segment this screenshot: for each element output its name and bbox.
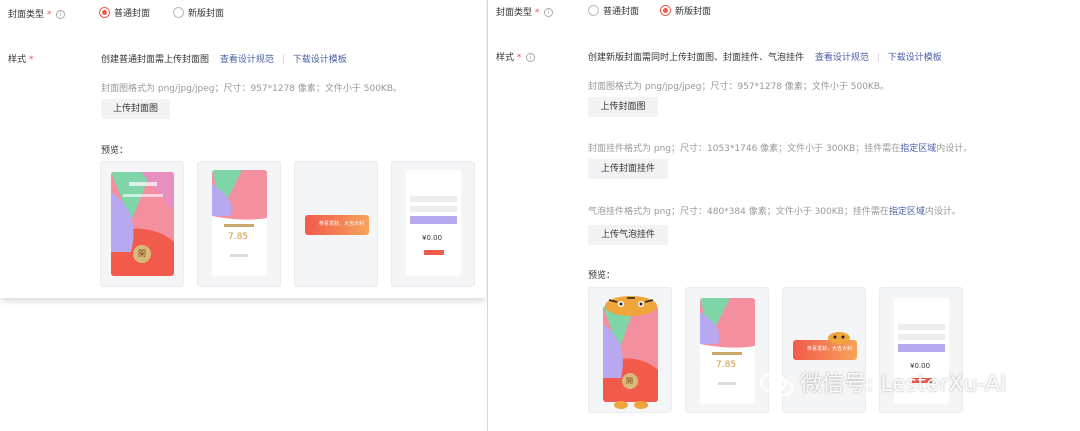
preview-card-cover: 開: [588, 287, 672, 413]
style-label: 样式 * i: [496, 50, 536, 63]
design-spec-link[interactable]: 查看设计规范: [220, 55, 274, 65]
radio-new-cover[interactable]: 新版封面: [660, 4, 711, 17]
cover-type-label: 封面类型 * i: [496, 5, 554, 18]
bubble-format-hint: 气泡挂件格式为 png；尺寸：480*384 像素；文件小于 300KB；挂件需…: [588, 204, 961, 217]
detail-image: 7.85: [700, 298, 755, 404]
chat-art: [410, 196, 457, 255]
radio-checked-icon[interactable]: [99, 7, 110, 18]
style-description-row: 创建普通封面需上传封面图 查看设计规范 | 下载设计模板: [101, 52, 347, 65]
preview-card-detail: 7.85: [197, 161, 281, 287]
style-label: 样式 *: [8, 52, 33, 65]
radio-new-cover[interactable]: 新版封面: [173, 6, 224, 19]
link-separator: |: [281, 55, 285, 65]
cover-art: [111, 172, 174, 276]
radio-normal-cover[interactable]: 普通封面: [588, 4, 639, 17]
required-mark: *: [46, 10, 52, 20]
radio-normal-label: 普通封面: [114, 9, 151, 19]
info-icon[interactable]: i: [56, 10, 66, 19]
required-mark: *: [534, 8, 540, 18]
tiger-pendant-icon: [605, 296, 657, 316]
info-icon[interactable]: i: [526, 53, 536, 62]
preview-card-bubble: 恭喜发财，大吉大利: [294, 161, 378, 287]
style-description-row: 创建新版封面需同时上传封面图、封面挂件、气泡挂件 查看设计规范 | 下载设计模板: [588, 50, 942, 63]
pendant-hint-text: 封面挂件格式为 png；尺寸：1053*1746 像素；文件小于 300KB；挂…: [588, 144, 901, 154]
radio-checked-icon[interactable]: [660, 5, 671, 16]
upload-bubble-button[interactable]: 上传气泡挂件: [588, 225, 668, 245]
cover-image: 開: [603, 306, 658, 402]
info-icon[interactable]: i: [544, 8, 554, 17]
bubble-hint-suffix: 内设计。: [924, 207, 961, 217]
required-mark: *: [516, 53, 522, 63]
detail-art: [212, 170, 267, 257]
cover-type-label-text: 封面类型: [496, 8, 533, 18]
cover-type-label: 封面类型 * i: [8, 7, 66, 20]
cover-type-label-text: 封面类型: [8, 10, 45, 20]
style-description: 创建普通封面需上传封面图: [101, 55, 210, 65]
radio-normal-label: 普通封面: [603, 7, 640, 17]
preview-label: 预览：: [588, 271, 616, 281]
cover-format-hint: 封面图格式为 png/jpg/jpeg；尺寸：957*1278 像素；文件小于 …: [101, 84, 403, 94]
bubble-area-link[interactable]: 指定区域: [889, 207, 925, 217]
tiger-paws-icon: [614, 401, 648, 409]
watermark-text: 微信号: LesterXu-AI: [800, 372, 1007, 397]
required-mark: *: [28, 55, 34, 65]
detail-art: [700, 298, 755, 385]
preview-label: 预览：: [101, 146, 129, 156]
download-template-link[interactable]: 下载设计模板: [293, 55, 347, 65]
tiger-bubble-icon: [828, 332, 850, 344]
cover-image: 開: [111, 172, 174, 276]
amount-small: 7.85: [228, 232, 249, 242]
radio-new-label: 新版封面: [188, 9, 225, 19]
radio-unchecked-icon[interactable]: [173, 7, 184, 18]
detail-image: 7.85: [212, 170, 267, 276]
radio-unchecked-icon[interactable]: [588, 5, 599, 16]
preview-card-chat: ¥0.00: [391, 161, 475, 287]
style-label-text: 样式: [8, 55, 27, 65]
link-separator: |: [876, 53, 880, 63]
bubble-text: 恭喜发财，大吉大利: [807, 346, 853, 352]
bubble-text: 恭喜发财，大吉大利: [319, 221, 365, 227]
preview-card-cover: 開: [100, 161, 184, 287]
pendant-hint-suffix: 内设计。: [936, 144, 973, 154]
bubble-hint-text: 气泡挂件格式为 png；尺寸：480*384 像素；文件小于 300KB；挂件需…: [588, 207, 889, 217]
wechat-watermark: 微信号: LesterXu-AI: [760, 366, 1007, 398]
radio-normal-cover[interactable]: 普通封面: [99, 6, 150, 19]
design-spec-link[interactable]: 查看设计规范: [815, 53, 869, 63]
wechat-icon: [760, 373, 793, 396]
pendant-area-link[interactable]: 指定区域: [900, 144, 936, 154]
amount-large: ¥0.00: [422, 234, 443, 242]
cover-format-hint: 封面图格式为 png/jpg/jpeg；尺寸：957*1278 像素；文件小于 …: [588, 82, 890, 92]
amount-small: 7.85: [716, 360, 737, 370]
open-button-glyph: 開: [138, 249, 146, 258]
upload-pendant-button[interactable]: 上传封面挂件: [588, 159, 668, 179]
style-description: 创建新版封面需同时上传封面图、封面挂件、气泡挂件: [588, 53, 805, 63]
upload-cover-button[interactable]: 上传封面图: [588, 97, 658, 117]
style-label-text: 样式: [496, 53, 515, 63]
cover-art: [603, 306, 658, 402]
pendant-format-hint: 封面挂件格式为 png；尺寸：1053*1746 像素；文件小于 300KB；挂…: [588, 141, 972, 154]
bubble-image: 恭喜发财，大吉大利: [305, 215, 369, 235]
radio-new-label: 新版封面: [675, 7, 712, 17]
preview-card-detail: 7.85: [685, 287, 769, 413]
open-button-glyph: 開: [626, 377, 633, 385]
upload-cover-button[interactable]: 上传封面图: [101, 99, 170, 119]
download-template-link[interactable]: 下载设计模板: [888, 53, 942, 63]
normal-cover-panel: 封面类型 * i 普通封面 新版封面 样式 * 创建普通封面需上传封面图 查看设…: [0, 0, 486, 298]
chat-image: ¥0.00: [406, 170, 461, 276]
